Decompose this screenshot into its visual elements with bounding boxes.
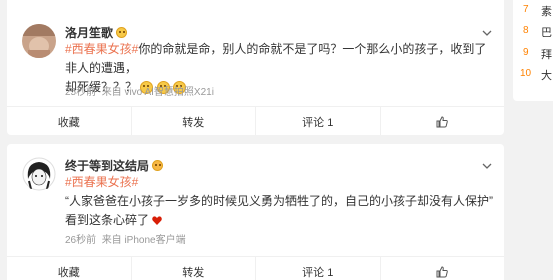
post-header: 终于等到这结局 <box>65 157 164 174</box>
trending-sidebar: 7 素 8 巴 9 拜 10 大 <box>513 0 553 101</box>
trending-item[interactable]: 拜 <box>541 46 552 62</box>
repost-label: 转发 <box>182 116 205 129</box>
comment-button[interactable]: 评论 1 <box>255 257 380 280</box>
post-time[interactable]: 25秒前 <box>65 87 96 98</box>
thumbs-up-icon <box>436 115 449 127</box>
username-text[interactable]: 洛月笙歌 <box>65 24 113 41</box>
post-card: 终于等到这结局 #西春果女孩# “人家爸爸在小孩子一岁多的时候见义勇为牺牲了的，… <box>7 144 504 280</box>
chevron-down-icon[interactable] <box>482 161 492 171</box>
post-time[interactable]: 26秒前 <box>65 235 96 246</box>
post-meta: 26秒前 来自 iPhone客户端 <box>65 231 186 246</box>
post-text-line1: “人家爸爸在小孩子一岁多的时候见义勇为牺牲了的，自己的小孩子却没有人保护” <box>65 194 493 208</box>
trending-rank: 8 <box>523 25 529 36</box>
username[interactable]: 洛月笙歌 <box>65 24 128 41</box>
avatar[interactable] <box>22 157 56 191</box>
badge-icon <box>152 160 164 171</box>
like-button[interactable] <box>379 257 505 280</box>
username[interactable]: 终于等到这结局 <box>65 157 164 174</box>
trending-item[interactable]: 大 <box>541 67 552 83</box>
comment-label: 评论 1 <box>302 266 334 279</box>
username-text[interactable]: 终于等到这结局 <box>65 157 149 174</box>
comment-label: 评论 1 <box>302 116 334 129</box>
action-bar: 收藏 转发 评论 1 <box>7 256 504 280</box>
favorite-label: 收藏 <box>57 116 80 129</box>
trending-item[interactable]: 巴 <box>541 24 552 40</box>
post-header: 洛月笙歌 <box>65 24 128 41</box>
trending-item[interactable]: 素 <box>541 3 552 19</box>
post-meta: 25秒前 来自 vivo AI智慧拍照X21i <box>65 83 214 98</box>
post-text-line2: 看到这条心碎了 <box>65 213 150 227</box>
repost-label: 转发 <box>182 266 205 279</box>
thumbs-up-icon <box>436 265 449 277</box>
topic-tag[interactable]: #西春果女孩# <box>65 175 138 189</box>
repost-button[interactable]: 转发 <box>130 257 256 280</box>
post-source: 来自 iPhone客户端 <box>101 235 186 246</box>
topic-tag[interactable]: #西春果女孩# <box>65 42 138 56</box>
badge-icon <box>116 27 128 38</box>
favorite-button[interactable]: 收藏 <box>7 107 131 135</box>
post-source: 来自 vivo AI智慧拍照X21i <box>101 87 214 98</box>
action-bar: 收藏 转发 评论 1 <box>7 106 504 135</box>
heart-icon <box>152 216 163 226</box>
repost-button[interactable]: 转发 <box>130 107 256 135</box>
chevron-down-icon[interactable] <box>482 28 492 38</box>
trending-rank: 10 <box>520 68 532 79</box>
post-content: #西春果女孩# “人家爸爸在小孩子一岁多的时候见义勇为牺牲了的，自己的小孩子却没… <box>65 173 493 230</box>
favorite-label: 收藏 <box>57 266 80 279</box>
avatar[interactable] <box>22 24 56 58</box>
trending-rank: 7 <box>523 4 529 15</box>
like-button[interactable] <box>379 107 505 135</box>
favorite-button[interactable]: 收藏 <box>7 257 131 280</box>
comment-button[interactable]: 评论 1 <box>255 107 380 135</box>
post-card: 洛月笙歌 #西春果女孩#你的命就是命，别人的命就不是了吗？一个那么小的孩子，收到… <box>7 0 504 135</box>
trending-rank: 9 <box>523 47 529 58</box>
